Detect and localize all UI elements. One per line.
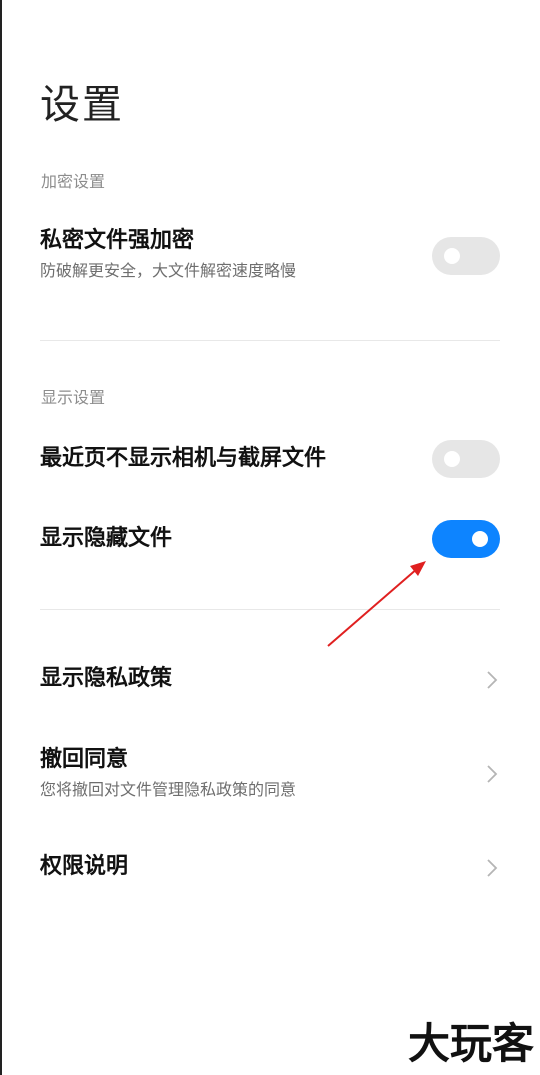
divider xyxy=(40,609,500,610)
setting-subtitle: 防破解更安全，大文件解密速度略慢 xyxy=(40,261,297,280)
section-label-display: 显示设置 xyxy=(41,388,106,407)
setting-row-private-file-encryption[interactable]: 私密文件强加密 防破解更安全，大文件解密速度略慢 xyxy=(40,226,500,282)
link-title: 权限说明 xyxy=(40,854,129,879)
show-hidden-files-toggle[interactable] xyxy=(432,520,500,558)
chevron-right-icon xyxy=(487,765,498,783)
link-title: 撤回同意 xyxy=(40,747,129,772)
toggle-knob xyxy=(472,531,488,547)
setting-title: 显示隐藏文件 xyxy=(40,526,173,551)
chevron-right-icon xyxy=(487,671,498,689)
toggle-knob xyxy=(444,451,460,467)
left-edge-border xyxy=(0,0,2,1075)
setting-row-show-hidden-files[interactable]: 显示隐藏文件 xyxy=(40,524,500,554)
page-title: 设置 xyxy=(40,82,124,128)
setting-title: 最近页不显示相机与截屏文件 xyxy=(40,446,327,471)
private-file-encryption-toggle[interactable] xyxy=(432,237,500,275)
link-row-revoke-consent[interactable]: 撤回同意 您将撤回对文件管理隐私政策的同意 xyxy=(40,745,500,801)
link-subtitle: 您将撤回对文件管理隐私政策的同意 xyxy=(40,780,297,799)
link-row-privacy-policy[interactable]: 显示隐私政策 xyxy=(40,664,500,694)
divider xyxy=(40,340,500,341)
setting-title: 私密文件强加密 xyxy=(40,228,195,253)
link-row-permissions[interactable]: 权限说明 xyxy=(40,852,500,882)
section-label-encryption: 加密设置 xyxy=(41,172,106,191)
toggle-knob xyxy=(444,248,460,264)
watermark-logo: 大玩客 xyxy=(407,1019,534,1068)
settings-screen: 设置 加密设置 私密文件强加密 防破解更安全，大文件解密速度略慢 显示设置 最近… xyxy=(0,0,540,1075)
hide-camera-screenshots-toggle[interactable] xyxy=(432,440,500,478)
link-title: 显示隐私政策 xyxy=(40,666,173,691)
chevron-right-icon xyxy=(487,859,498,877)
setting-row-hide-camera-screenshots[interactable]: 最近页不显示相机与截屏文件 xyxy=(40,444,500,474)
